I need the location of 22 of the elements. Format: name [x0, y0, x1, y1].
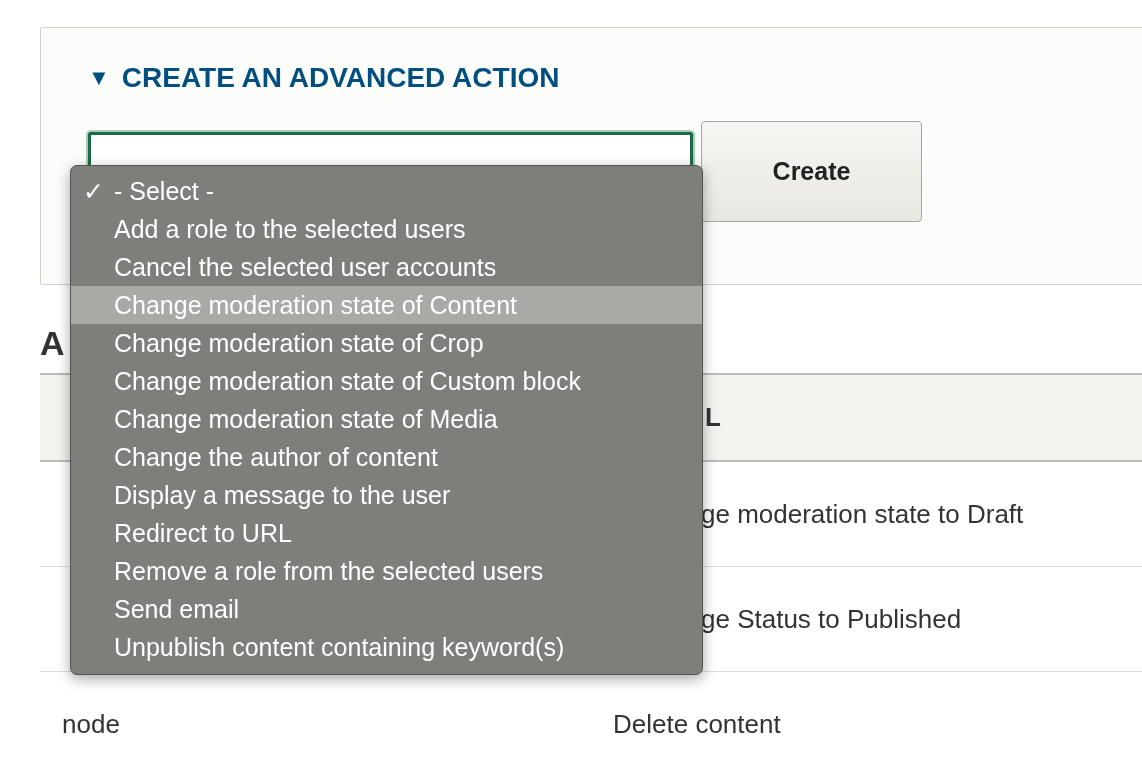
- create-button[interactable]: Create: [701, 121, 922, 222]
- dropdown-option[interactable]: Change moderation state of Custom block: [71, 362, 702, 400]
- dropdown-option[interactable]: Change the author of content: [71, 438, 702, 476]
- table-cell: ge Status to Published: [701, 603, 962, 634]
- dropdown-option[interactable]: Remove a role from the selected users: [71, 552, 702, 590]
- table-cell: Delete content: [613, 708, 781, 739]
- collapse-toggle-icon[interactable]: ▼: [88, 65, 110, 91]
- column-header: L: [704, 402, 721, 433]
- dropdown-option[interactable]: Change moderation state of Content: [71, 286, 702, 324]
- dropdown-option[interactable]: Unpublish content containing keyword(s): [71, 628, 702, 666]
- dropdown-option[interactable]: Redirect to URL: [71, 514, 702, 552]
- dropdown-option[interactable]: ✓ - Select -: [71, 172, 702, 210]
- dropdown-option[interactable]: Add a role to the selected users: [71, 210, 702, 248]
- section-heading: A: [40, 323, 65, 364]
- table-cell: node: [62, 708, 120, 739]
- section-title[interactable]: CREATE AN ADVANCED ACTION: [121, 62, 560, 94]
- dropdown-option[interactable]: Change moderation state of Crop: [71, 324, 702, 362]
- table-cell: ge moderation state to Draft: [701, 498, 1024, 529]
- dropdown-option[interactable]: Send email: [71, 590, 702, 628]
- dropdown-option[interactable]: Display a message to the user: [71, 476, 702, 514]
- dropdown-option[interactable]: Cancel the selected user accounts: [71, 248, 702, 286]
- dropdown-option[interactable]: Change moderation state of Media: [71, 400, 702, 438]
